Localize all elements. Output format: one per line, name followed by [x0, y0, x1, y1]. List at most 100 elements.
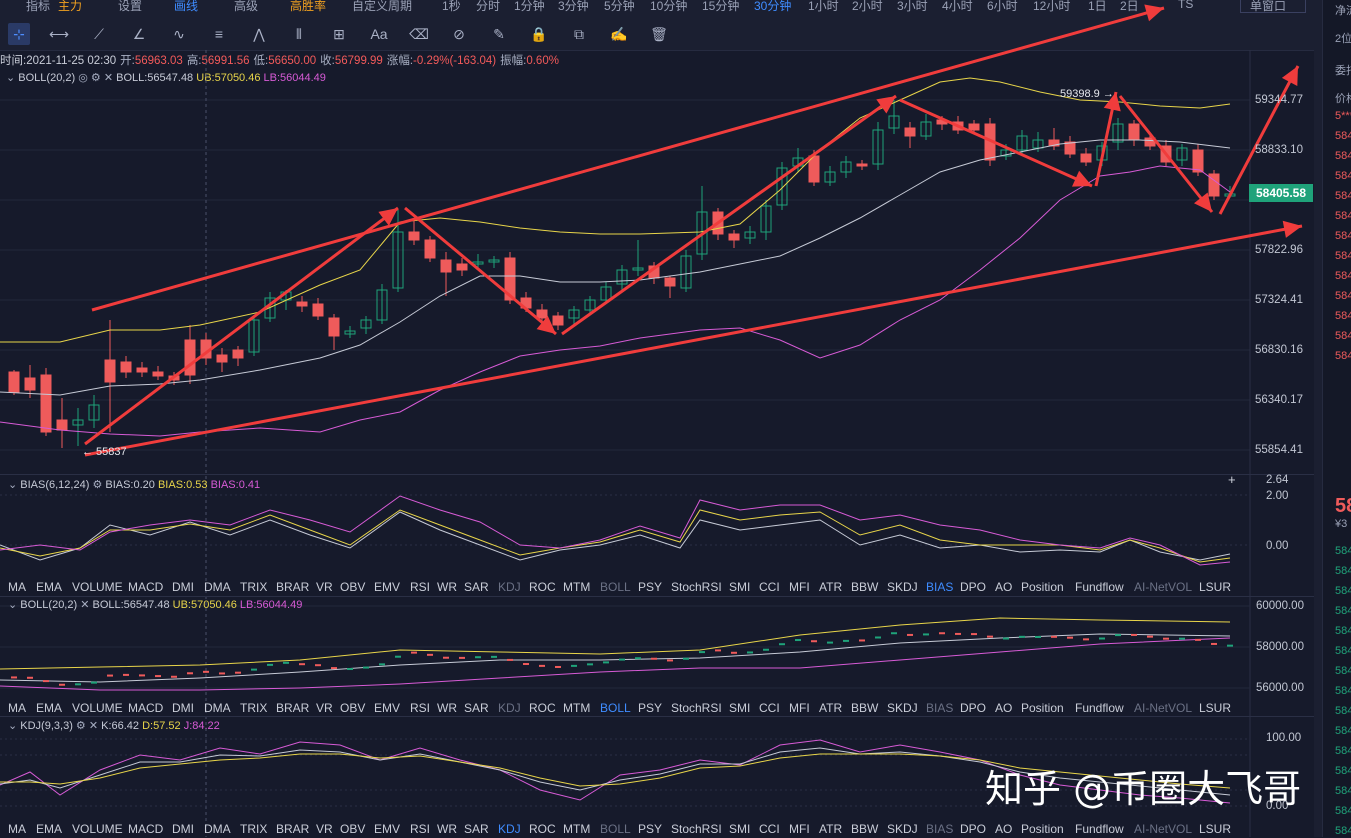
tab-psy[interactable]: PSY: [638, 822, 662, 836]
vertical-scrollbar[interactable]: [1314, 0, 1322, 837]
tab-roc[interactable]: ROC: [529, 822, 556, 836]
tab-psy[interactable]: PSY: [638, 701, 662, 715]
tab-bias[interactable]: BIAS: [926, 701, 953, 715]
tab-macd[interactable]: MACD: [128, 822, 163, 836]
tab-brar[interactable]: BRAR: [276, 822, 309, 836]
tab-cci[interactable]: CCI: [759, 822, 780, 836]
tab-volume[interactable]: VOLUME: [72, 701, 123, 715]
tab-rsi[interactable]: RSI: [410, 822, 430, 836]
tab-boll[interactable]: BOLL: [600, 822, 631, 836]
tab-vr[interactable]: VR: [316, 701, 333, 715]
gear-icon[interactable]: ⚙: [76, 720, 89, 732]
tab-rsi[interactable]: RSI: [410, 701, 430, 715]
tab-roc[interactable]: ROC: [529, 580, 556, 594]
tab-bias[interactable]: BIAS: [926, 822, 953, 836]
tab-skdj[interactable]: SKDJ: [887, 701, 918, 715]
tab-emv[interactable]: EMV: [374, 701, 400, 715]
tab-ai-netvol[interactable]: AI-NetVOL: [1134, 701, 1192, 715]
tab-ai-netvol[interactable]: AI-NetVOL: [1134, 822, 1192, 836]
tab-ao[interactable]: AO: [995, 580, 1012, 594]
tab-macd[interactable]: MACD: [128, 580, 163, 594]
tab-wr[interactable]: WR: [437, 580, 457, 594]
tab-trix[interactable]: TRIX: [240, 822, 267, 836]
tab-emv[interactable]: EMV: [374, 822, 400, 836]
tab-smi[interactable]: SMI: [729, 822, 750, 836]
tab-wr[interactable]: WR: [437, 701, 457, 715]
tab-volume[interactable]: VOLUME: [72, 580, 123, 594]
collapse-icon[interactable]: ⌄: [8, 479, 20, 491]
tab-bbw[interactable]: BBW: [851, 580, 878, 594]
tab-lsur[interactable]: LSUR: [1199, 822, 1231, 836]
gear-icon[interactable]: ⚙: [92, 479, 105, 491]
tab-ema[interactable]: EMA: [36, 701, 62, 715]
tab-cci[interactable]: CCI: [759, 701, 780, 715]
tab-bbw[interactable]: BBW: [851, 822, 878, 836]
tab-dma[interactable]: DMA: [204, 701, 231, 715]
tab-stochrsi[interactable]: StochRSI: [671, 701, 722, 715]
tab-boll[interactable]: BOLL: [600, 701, 631, 715]
tab-sar[interactable]: SAR: [464, 822, 489, 836]
tab-obv[interactable]: OBV: [340, 580, 365, 594]
collapse-icon[interactable]: ⌄: [8, 720, 20, 732]
tab-ma[interactable]: MA: [8, 701, 26, 715]
tab-mtm[interactable]: MTM: [563, 822, 590, 836]
add-panel-icon[interactable]: +: [1228, 472, 1236, 487]
tab-smi[interactable]: SMI: [729, 580, 750, 594]
tab-position[interactable]: Position: [1021, 822, 1064, 836]
tab-dmi[interactable]: DMI: [172, 822, 194, 836]
tab-lsur[interactable]: LSUR: [1199, 701, 1231, 715]
close-icon[interactable]: ✕: [89, 720, 101, 732]
tab-kdj[interactable]: KDJ: [498, 580, 521, 594]
tab-mtm[interactable]: MTM: [563, 580, 590, 594]
tab-volume[interactable]: VOLUME: [72, 822, 123, 836]
tab-trix[interactable]: TRIX: [240, 580, 267, 594]
tab-sar[interactable]: SAR: [464, 701, 489, 715]
tab-mfi[interactable]: MFI: [789, 822, 810, 836]
tab-roc[interactable]: ROC: [529, 701, 556, 715]
tab-dpo[interactable]: DPO: [960, 822, 986, 836]
tab-dpo[interactable]: DPO: [960, 580, 986, 594]
tab-skdj[interactable]: SKDJ: [887, 822, 918, 836]
tab-dma[interactable]: DMA: [204, 580, 231, 594]
close-icon[interactable]: ✕: [80, 599, 92, 611]
tab-stochrsi[interactable]: StochRSI: [671, 580, 722, 594]
tab-emv[interactable]: EMV: [374, 580, 400, 594]
tab-mtm[interactable]: MTM: [563, 701, 590, 715]
tab-ma[interactable]: MA: [8, 580, 26, 594]
tab-boll[interactable]: BOLL: [600, 580, 631, 594]
tab-atr[interactable]: ATR: [819, 701, 842, 715]
tab-brar[interactable]: BRAR: [276, 580, 309, 594]
tab-ma[interactable]: MA: [8, 822, 26, 836]
tab-lsur[interactable]: LSUR: [1199, 580, 1231, 594]
tab-sar[interactable]: SAR: [464, 580, 489, 594]
tab-position[interactable]: Position: [1021, 701, 1064, 715]
tab-stochrsi[interactable]: StochRSI: [671, 822, 722, 836]
tab-vr[interactable]: VR: [316, 580, 333, 594]
tab-dmi[interactable]: DMI: [172, 580, 194, 594]
tab-kdj[interactable]: KDJ: [498, 701, 521, 715]
tab-obv[interactable]: OBV: [340, 701, 365, 715]
tab-ao[interactable]: AO: [995, 701, 1012, 715]
tab-psy[interactable]: PSY: [638, 580, 662, 594]
tab-atr[interactable]: ATR: [819, 580, 842, 594]
tab-wr[interactable]: WR: [437, 822, 457, 836]
tab-mfi[interactable]: MFI: [789, 701, 810, 715]
tab-ao[interactable]: AO: [995, 822, 1012, 836]
tab-ai-netvol[interactable]: AI-NetVOL: [1134, 580, 1192, 594]
tab-fundflow[interactable]: Fundflow: [1075, 701, 1124, 715]
tab-ema[interactable]: EMA: [36, 822, 62, 836]
collapse-icon[interactable]: ⌄: [8, 599, 20, 611]
tab-dpo[interactable]: DPO: [960, 701, 986, 715]
tab-brar[interactable]: BRAR: [276, 701, 309, 715]
tab-mfi[interactable]: MFI: [789, 580, 810, 594]
tab-dmi[interactable]: DMI: [172, 701, 194, 715]
tab-fundflow[interactable]: Fundflow: [1075, 580, 1124, 594]
tab-cci[interactable]: CCI: [759, 580, 780, 594]
tab-trix[interactable]: TRIX: [240, 701, 267, 715]
tab-fundflow[interactable]: Fundflow: [1075, 822, 1124, 836]
tab-atr[interactable]: ATR: [819, 822, 842, 836]
tab-kdj[interactable]: KDJ: [498, 822, 521, 836]
tab-bias[interactable]: BIAS: [926, 580, 953, 594]
tab-bbw[interactable]: BBW: [851, 701, 878, 715]
tab-macd[interactable]: MACD: [128, 701, 163, 715]
